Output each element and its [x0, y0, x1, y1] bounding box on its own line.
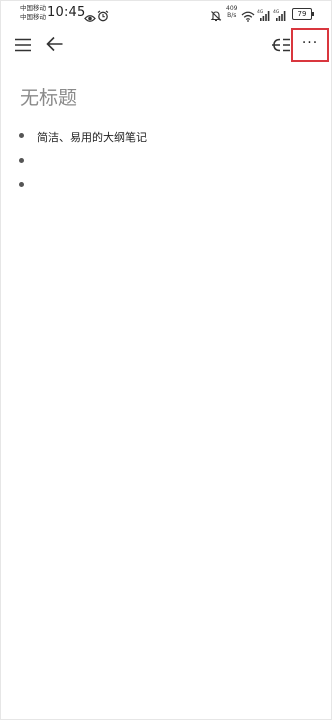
- outline-item[interactable]: [1, 174, 332, 196]
- clock: 10:45: [47, 5, 86, 20]
- document-title[interactable]: 无标题: [20, 83, 77, 110]
- top-toolbar: ···: [1, 27, 332, 65]
- status-bar: 中国移动 中国移动 10:45 409 B/s 4G 4G 79: [1, 1, 332, 27]
- indent-button[interactable]: [269, 34, 293, 58]
- menu-icon: [14, 37, 32, 56]
- network-type-2: 4G: [273, 9, 280, 15]
- carrier-label-2: 中国移动: [20, 13, 46, 21]
- eye-icon: [84, 8, 96, 27]
- menu-button[interactable]: [11, 34, 35, 58]
- bell-off-icon: [210, 7, 222, 26]
- wifi-icon: [241, 7, 255, 26]
- signal-icon: 4G: [273, 6, 287, 25]
- app-screen: 中国移动 中国移动 10:45 409 B/s 4G 4G 79 ··· 无标题…: [0, 0, 332, 720]
- signal-icon: 4G: [257, 6, 271, 25]
- outline-item[interactable]: [1, 150, 332, 172]
- bullet-dot[interactable]: [19, 158, 24, 163]
- network-speed-value: 409: [226, 5, 238, 12]
- network-type-1: 4G: [257, 9, 264, 15]
- network-speed: 409 B/s: [226, 5, 237, 19]
- battery-icon: 79: [292, 8, 314, 20]
- indent-icon: [271, 37, 291, 56]
- network-speed-unit: B/s: [227, 12, 237, 19]
- carrier-label-1: 中国移动: [20, 4, 46, 12]
- outline-item[interactable]: 简洁、易用的大纲笔记: [1, 125, 332, 147]
- back-arrow-icon: [46, 36, 64, 56]
- battery-level: 79: [297, 10, 307, 18]
- outline-item-text[interactable]: 简洁、易用的大纲笔记: [37, 129, 147, 145]
- more-icon: ···: [301, 35, 319, 51]
- carrier-info: 中国移动 中国移动: [20, 4, 46, 22]
- bullet-dot[interactable]: [19, 133, 24, 138]
- back-button[interactable]: [43, 34, 67, 58]
- alarm-icon: [97, 7, 109, 26]
- bullet-dot[interactable]: [19, 182, 24, 187]
- more-options-button[interactable]: ···: [291, 28, 329, 62]
